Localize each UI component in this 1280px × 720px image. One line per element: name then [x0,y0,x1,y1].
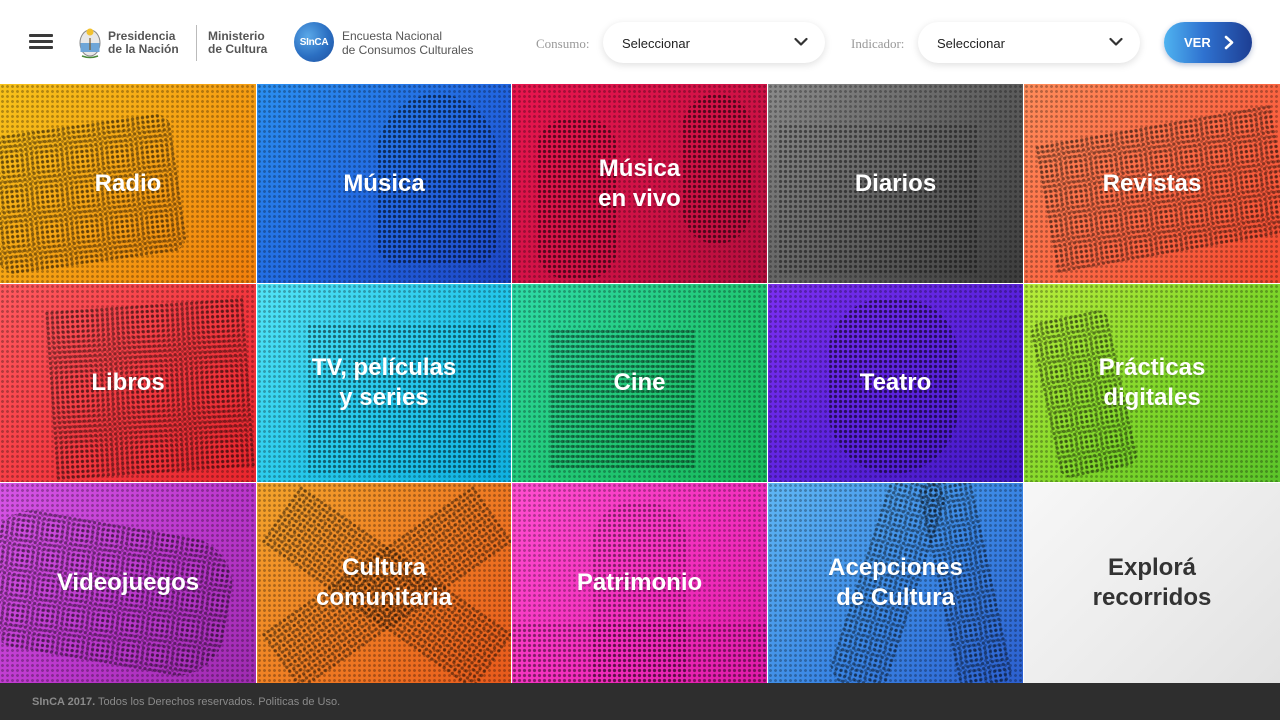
consumo-label: Consumo: [536,36,590,51]
tile-label: Música en vivo [598,154,681,212]
footer-legal-text[interactable]: Todos los Derechos reservados. Politicas… [95,696,340,708]
tile-videojuegos[interactable]: Videojuegos [0,483,256,683]
tile-label: Radio [94,169,162,197]
indicador-select-value: Seleccionar [937,36,1005,51]
hamburger-menu-icon[interactable] [29,34,53,50]
argentina-coat-of-arms-icon [79,28,101,59]
top-header: Presidencia de la Nación Ministerio de C… [0,0,1280,84]
chevron-down-icon [1109,37,1123,46]
tile-practicas-digitales[interactable]: Prácticas digitales [1024,284,1280,482]
tile-label: TV, películas y series [311,354,457,411]
tile-revistas[interactable]: Revistas [1024,84,1280,283]
category-grid: Radio Música Música en vivo Diarios Revi… [0,84,1280,683]
tile-label: Acepciones de Cultura [828,554,963,611]
tile-patrimonio[interactable]: Patrimonio [512,483,767,683]
tile-teatro[interactable]: Teatro [768,284,1023,482]
presidencia-logo-text[interactable]: Presidencia de la Nación [108,30,179,56]
consumo-select[interactable]: Seleccionar [603,22,825,63]
sinca-logo[interactable]: SInCA [294,22,334,62]
chevron-right-icon [1224,35,1234,50]
logo-divider [196,25,197,61]
chevron-down-icon [794,37,808,46]
tile-cine[interactable]: Cine [512,284,767,482]
tile-radio[interactable]: Radio [0,84,256,283]
tile-acepciones-de-cultura[interactable]: Acepciones de Cultura [768,483,1023,683]
footer-brand: SInCA 2017. [32,696,96,708]
tile-cultura-comunitaria[interactable]: Cultura comunitaria [257,483,511,683]
tile-label: Explorá recorridos [1092,554,1212,611]
tile-musica-en-vivo[interactable]: Música en vivo [512,84,767,283]
tile-label: Diarios [854,169,937,197]
footer-copyright: SInCA 2017. Todos los Derechos reservado… [32,696,340,708]
indicador-label: Indicador: [851,36,905,51]
ver-button[interactable]: VER [1164,22,1252,63]
consumo-select-value: Seleccionar [622,36,690,51]
indicador-select[interactable]: Seleccionar [918,22,1140,63]
tile-label: Patrimonio [576,569,703,596]
tile-label: Teatro [859,369,932,396]
encuesta-title: Encuesta Nacional de Consumos Culturales [342,29,474,57]
ministerio-logo-text[interactable]: Ministerio de Cultura [208,30,267,56]
tile-explora-recorridos[interactable]: Explorá recorridos [1024,483,1280,683]
tile-musica[interactable]: Música [257,84,511,283]
tile-label: Libros [91,369,165,396]
tile-label: Revistas [1102,169,1202,197]
sinca-logo-text: SInCA [299,36,329,48]
tile-label: Cultura comunitaria [315,554,453,611]
ver-button-label: VER [1184,35,1211,50]
tile-tv-peliculas-series[interactable]: TV, películas y series [257,284,511,482]
tile-label: Música [343,169,425,197]
tile-libros[interactable]: Libros [0,284,256,482]
footer: SInCA 2017. Todos los Derechos reservado… [0,683,1280,720]
tile-label: Prácticas digitales [1098,354,1206,411]
tile-label: Videojuegos [56,569,200,596]
tile-diarios[interactable]: Diarios [768,84,1023,283]
tile-label: Cine [613,369,666,396]
